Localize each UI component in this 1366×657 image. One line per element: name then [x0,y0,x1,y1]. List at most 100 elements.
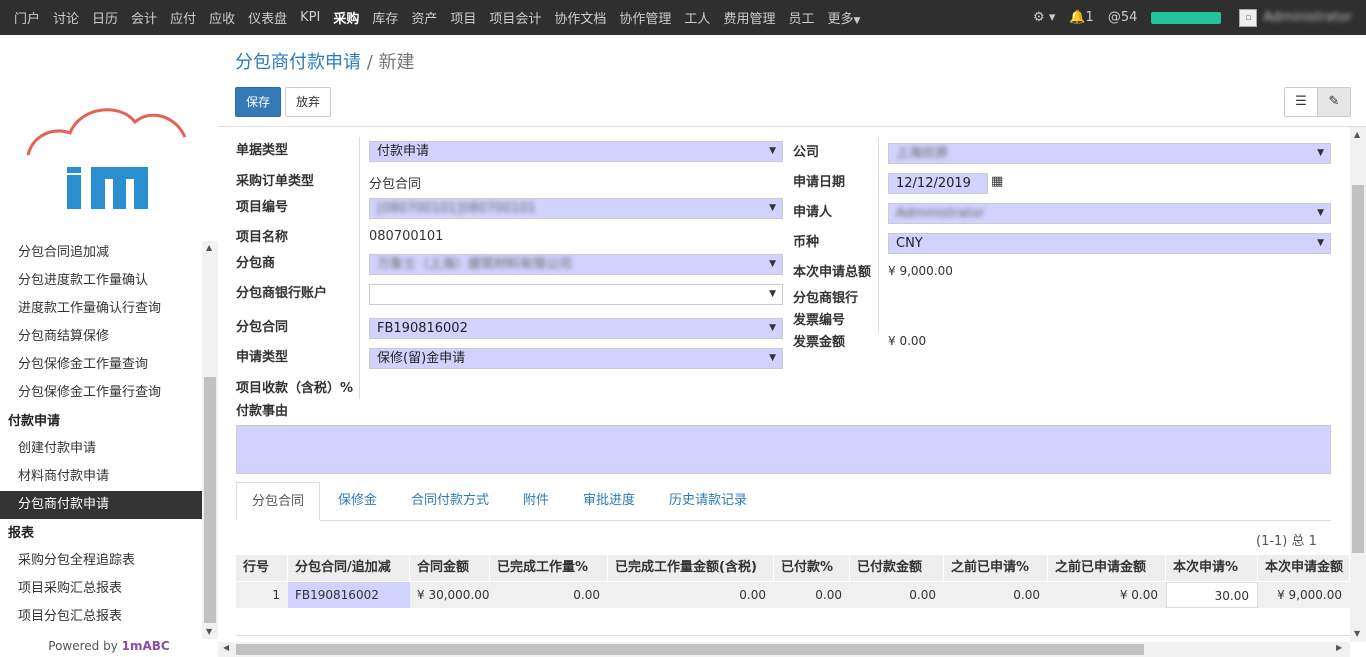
discard-button[interactable]: 放弃 [285,87,331,117]
scrollbar-thumb[interactable] [236,644,1144,655]
nav-more[interactable]: 更多▼ [827,8,860,27]
nav-inventory[interactable]: 库存 [372,8,398,27]
caret-down-icon: ▼ [1317,238,1324,248]
notifications[interactable]: 🔔1 [1069,10,1093,25]
table-cell-current-percent-input[interactable]: 30.00 [1166,582,1258,608]
nav-discuss[interactable]: 讨论 [53,8,79,27]
date-input[interactable]: 12/12/2019 [888,173,988,194]
company-select[interactable]: 上海玖骅 ▼ [888,143,1331,164]
list-view-icon[interactable]: ☰ [1285,88,1317,116]
sidebar-item-warranty-line-query[interactable]: 分包保修金工作量行查询 [0,379,202,407]
scrollbar-thumb[interactable] [1352,185,1364,553]
scroll-down-icon[interactable]: ▼ [1354,629,1360,638]
sidebar-item-warranty-query[interactable]: 分包保修金工作量查询 [0,351,202,379]
nav-accounting[interactable]: 会计 [131,8,157,27]
sidebar-item-tracking-report[interactable]: 采购分包全程追踪表 [0,547,202,575]
breadcrumb-parent[interactable]: 分包商付款申请 [235,52,361,73]
column-header[interactable]: 行号 [236,555,288,581]
column-header[interactable]: 已付款% [774,555,850,581]
scroll-right-icon[interactable]: ▶ [1336,643,1342,652]
nav-payable[interactable]: 应付 [170,8,196,27]
column-header[interactable]: 之前已申请金额 [1048,555,1166,581]
applicant-select[interactable]: Administrator ▼ [888,203,1331,224]
nav-kpi[interactable]: KPI [300,10,320,25]
scroll-up-icon[interactable]: ▲ [206,243,212,252]
sidebar-item-purchase-summary[interactable]: 项目采购汇总报表 [0,575,202,603]
reason-textarea[interactable] [236,425,1331,474]
caret-down-icon: ▼ [769,323,776,333]
bank-account-label: 分包商银行账户 [236,286,328,301]
tab-attachments[interactable]: 附件 [523,482,549,521]
breadcrumb: 分包商付款申请 / 新建 [235,48,415,74]
sidebar-item-supplier-payment[interactable]: 材料商付款申请 [0,463,202,491]
sidebar-item-subcontract-summary[interactable]: 项目分包汇总报表 [0,603,202,631]
notebook-tabs: 分包合同 保修金 合同付款方式 附件 审批进度 历史请款记录 [236,482,1331,521]
sidebar-scrollbar[interactable]: ▲ ▼ [202,241,218,639]
currency-select[interactable]: CNY ▼ [888,233,1331,254]
sidebar-item-create-payment[interactable]: 创建付款申请 [0,435,202,463]
nav-workers[interactable]: 工人 [684,8,710,27]
column-header[interactable]: 已完成工作量% [490,555,608,581]
currency-value: CNY [896,236,923,251]
nav-collab-manage[interactable]: 协作管理 [619,8,671,27]
form-horizontal-scrollbar[interactable]: ◀ ▶ [218,642,1350,657]
scrollbar-thumb[interactable] [204,377,216,623]
scroll-up-icon[interactable]: ▲ [1354,130,1360,139]
mentions[interactable]: @54 [1108,10,1138,25]
scroll-down-icon[interactable]: ▼ [206,627,212,636]
column-header[interactable]: 分包合同/追加减 [288,555,410,581]
contract-select[interactable]: FB190816002 ▼ [369,318,783,339]
date-value: 12/12/2019 [896,176,971,191]
nav-portal[interactable]: 门户 [14,8,40,27]
sidebar-item-progress-confirm[interactable]: 分包进度款工作量确认 [0,267,202,295]
avatar[interactable]: ▫ [1239,8,1258,27]
save-button[interactable]: 保存 [235,87,281,117]
project-code-select[interactable]: [080700101]080700101 ▼ [369,198,783,219]
tab-subcontract[interactable]: 分包合同 [236,482,321,521]
nav-calendar[interactable]: 日历 [92,8,118,27]
column-header[interactable]: 合同金额 [410,555,490,581]
apply-type-value: 保修(留)金申请 [377,351,466,366]
table-cell-contract[interactable]: FB190816002 [288,582,410,608]
tab-history[interactable]: 历史请款记录 [669,482,747,521]
nav-expense[interactable]: 费用管理 [723,8,775,27]
company-label: 公司 [793,145,820,160]
gear-icon[interactable]: ⚙ ▾ [1033,10,1055,25]
doc-type-value: 付款申请 [377,144,430,159]
tab-payment-terms[interactable]: 合同付款方式 [411,482,489,521]
nav-assets[interactable]: 资产 [411,8,437,27]
column-header[interactable]: 本次申请% [1166,555,1258,581]
user-name[interactable]: Administrator [1263,10,1352,25]
column-header[interactable]: 本次申请金额 [1258,555,1350,581]
project-name-value: 080700101 [369,229,444,244]
nav-project[interactable]: 项目 [450,8,476,27]
calendar-icon[interactable]: ▦ [991,174,1003,189]
column-header[interactable]: 之前已申请% [944,555,1048,581]
nav-receivable[interactable]: 应收 [209,8,235,27]
column-header[interactable]: 已完成工作量金额(含税) [608,555,774,581]
form-view-icon[interactable]: ✎ [1317,88,1350,116]
nav-project-accounting[interactable]: 项目会计 [489,8,541,27]
scroll-left-icon[interactable]: ◀ [223,643,229,652]
nav-purchase[interactable]: 采购 [333,8,359,27]
bank-account-select[interactable]: ▼ [369,284,783,305]
tab-approval[interactable]: 审批进度 [583,482,635,521]
sidebar-item-subcontractor-payment[interactable]: 分包商付款申请 [0,491,202,519]
pager[interactable]: (1-1) 总 1 [1256,530,1317,549]
project-name-label: 项目名称 [236,230,289,245]
sidebar-item-settlement-warranty[interactable]: 分包商结算保修 [0,323,202,351]
doc-type-select[interactable]: 付款申请 ▼ [369,141,783,162]
column-header[interactable]: 已付款金额 [850,555,944,581]
apply-type-select[interactable]: 保修(留)金申请 ▼ [369,348,783,369]
powered-brand[interactable]: 1mABC [122,639,170,653]
tab-warranty[interactable]: 保修金 [338,482,377,521]
nav-dashboard[interactable]: 仪表盘 [248,8,287,27]
nav-employees[interactable]: 员工 [788,8,814,27]
at-icon: @ [1107,10,1121,25]
subcontractor-select[interactable]: 万象士（上海）建筑材料有限公司 ▼ [369,254,783,275]
company-logo [26,108,187,209]
nav-collab-docs[interactable]: 协作文档 [554,8,606,27]
sidebar-item-progress-line-query[interactable]: 进度款工作量确认行查询 [0,295,202,323]
sidebar-item-contract-adjust[interactable]: 分包合同追加减 [0,239,202,267]
form-vertical-scrollbar[interactable]: ▲ ▼ [1350,127,1366,642]
